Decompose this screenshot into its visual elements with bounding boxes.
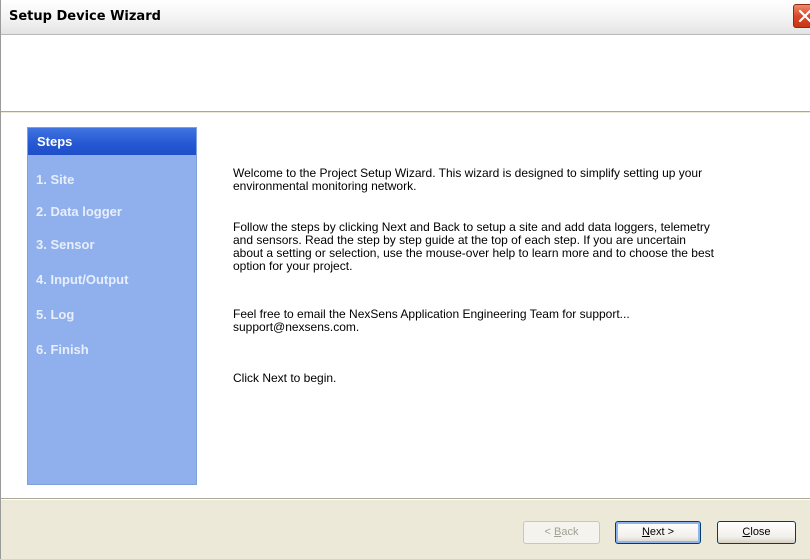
instructions-paragraph: Follow the steps by clicking Next and Ba… bbox=[233, 221, 773, 273]
next-button[interactable]: Next > bbox=[615, 521, 701, 544]
step-item-log[interactable]: 5. Log bbox=[36, 307, 74, 322]
welcome-line: environmental monitoring network. bbox=[233, 179, 417, 193]
instructions-line: option for your project. bbox=[233, 259, 353, 273]
steps-panel: Steps 1. Site 2. Data logger 3. Sensor 4… bbox=[27, 127, 197, 485]
title-bar: Setup Device Wizard bbox=[1, 0, 810, 35]
window-title: Setup Device Wizard bbox=[9, 9, 161, 24]
step-item-site[interactable]: 1. Site bbox=[36, 172, 74, 187]
back-button[interactable]: < Back bbox=[523, 521, 600, 544]
steps-header: Steps bbox=[28, 128, 196, 155]
close-button[interactable]: Close bbox=[717, 521, 796, 544]
support-email: support@nexsens.com. bbox=[233, 320, 360, 334]
footer-divider-highlight bbox=[1, 499, 810, 500]
instructions-line: about a setting or selection, use the mo… bbox=[233, 246, 714, 260]
back-button-label: ack bbox=[561, 526, 579, 538]
instructions-line: and sensors. Read the step by step guide… bbox=[233, 233, 686, 247]
begin-line: Click Next to begin. bbox=[233, 371, 337, 385]
window-close-button[interactable] bbox=[793, 4, 810, 28]
step-item-data-logger[interactable]: 2. Data logger bbox=[36, 204, 122, 219]
step-item-sensor[interactable]: 3. Sensor bbox=[36, 237, 95, 252]
instructions-line: Follow the steps by clicking Next and Ba… bbox=[233, 220, 710, 234]
step-item-finish[interactable]: 6. Finish bbox=[36, 342, 89, 357]
close-x-icon bbox=[798, 9, 810, 23]
welcome-line: Welcome to the Project Setup Wizard. Thi… bbox=[233, 166, 703, 180]
close-button-label: lose bbox=[750, 526, 771, 538]
header-banner bbox=[1, 35, 810, 112]
support-line: Feel free to email the NexSens Applicati… bbox=[233, 307, 630, 321]
support-paragraph: Feel free to email the NexSens Applicati… bbox=[233, 308, 773, 334]
next-button-accel: N bbox=[641, 526, 650, 538]
setup-device-wizard-window: Setup Device Wizard Steps 1. Site 2. Dat… bbox=[0, 0, 810, 559]
step-item-input-output[interactable]: 4. Input/Output bbox=[36, 272, 128, 287]
back-button-prefix: < bbox=[544, 526, 554, 538]
begin-paragraph: Click Next to begin. bbox=[233, 372, 773, 385]
welcome-paragraph: Welcome to the Project Setup Wizard. Thi… bbox=[233, 167, 773, 193]
next-button-label: ext > bbox=[649, 526, 675, 538]
